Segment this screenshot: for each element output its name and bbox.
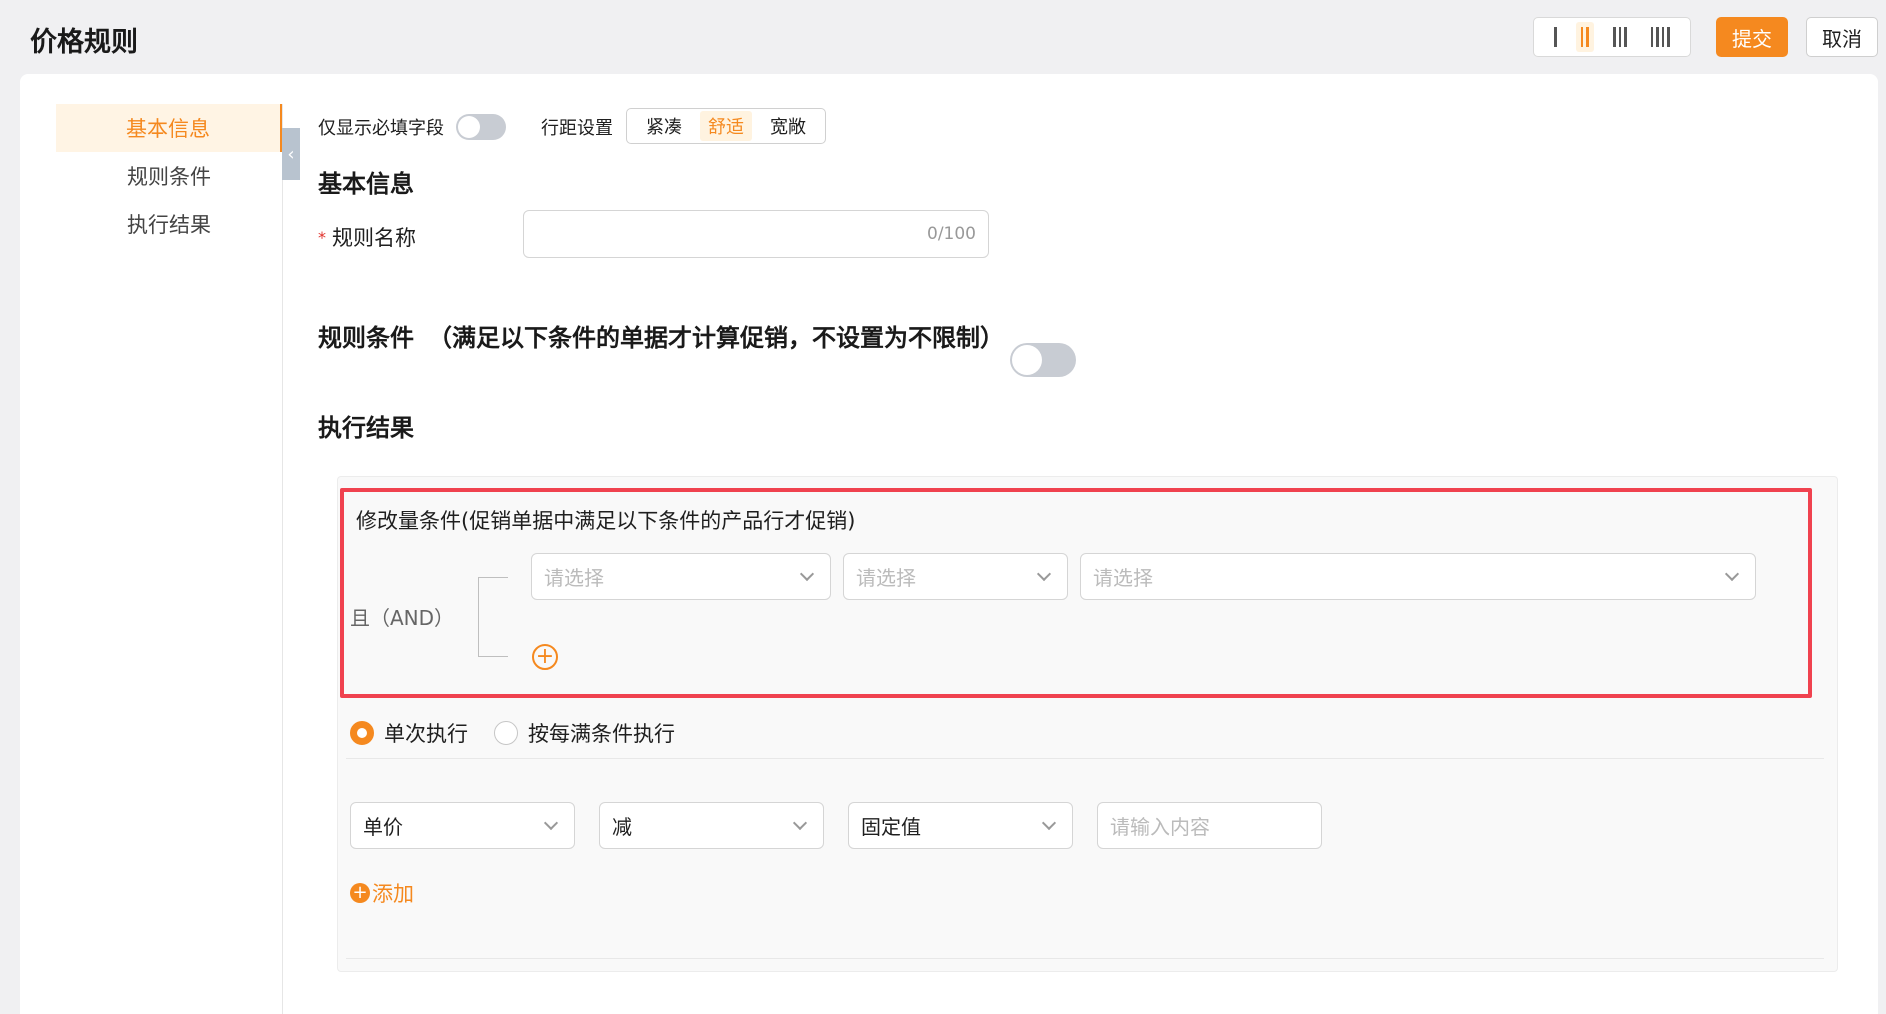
exec-mode-divider	[346, 758, 1824, 759]
cancel-button[interactable]: 取消	[1806, 17, 1878, 57]
line-spacing-segmented[interactable]: 紧凑 舒适 宽敞	[626, 108, 826, 144]
add-action-label: 添加	[372, 882, 414, 906]
chevron-down-icon	[799, 566, 815, 581]
exec-mode-single-label: 单次执行	[384, 722, 468, 746]
rule-name-label-wrap: * 规则名称	[318, 222, 416, 252]
action-operator-select[interactable]: 减	[599, 802, 824, 849]
add-action-link[interactable]: + 添加	[350, 878, 414, 908]
nav-item-exec-result[interactable]: 执行结果	[56, 200, 282, 248]
condition-select-2[interactable]: 请选择	[843, 553, 1068, 600]
basic-info-title: 基本信息	[318, 170, 414, 198]
chevron-down-icon	[543, 815, 559, 830]
radio-each[interactable]	[494, 721, 518, 745]
line-spacing-label: 行距设置	[541, 118, 613, 139]
condition-select-3-placeholder: 请选择	[1093, 566, 1153, 590]
add-condition-icon[interactable]: +	[532, 644, 558, 670]
rule-conditions-header: 规则条件 （满足以下条件的单据才计算促销，不设置为不限制）	[318, 318, 1004, 353]
plus-icon: +	[350, 883, 370, 903]
submit-button[interactable]: 提交	[1716, 17, 1788, 57]
action-value-placeholder: 请输入内容	[1110, 815, 1210, 839]
rule-name-input[interactable]: 0/100	[523, 210, 989, 258]
nav-item-basic-info[interactable]: 基本信息	[56, 104, 282, 152]
chevron-down-icon	[792, 815, 808, 830]
action-field-select[interactable]: 单价	[350, 802, 575, 849]
chevron-down-icon	[1036, 566, 1052, 581]
exec-result-title: 执行结果	[318, 414, 414, 442]
rule-conditions-switch[interactable]	[1010, 343, 1076, 377]
rule-name-counter: 0/100	[927, 224, 976, 244]
required-only-switch[interactable]	[456, 114, 506, 140]
result-bottom-divider	[346, 958, 1824, 959]
action-value-type-select[interactable]: 固定值	[848, 802, 1073, 849]
column-option-3[interactable]	[1608, 22, 1632, 52]
action-operator-value: 减	[612, 815, 632, 839]
logic-and-label: 且（AND）	[350, 606, 455, 630]
chevron-down-icon	[1724, 566, 1740, 581]
exec-mode-each[interactable]: 按每满条件执行	[494, 718, 675, 748]
column-option-2[interactable]	[1575, 22, 1594, 52]
logic-bracket	[478, 577, 508, 657]
rule-conditions-title: 规则条件	[318, 324, 414, 352]
nav-item-rule-conditions[interactable]: 规则条件	[56, 152, 282, 200]
exec-mode-each-label: 按每满条件执行	[528, 722, 675, 746]
nav-divider	[282, 104, 283, 1014]
column-option-4[interactable]	[1646, 22, 1675, 52]
chevron-left-icon: ‹	[287, 143, 295, 165]
column-layout-switch[interactable]	[1533, 17, 1691, 57]
condition-select-1[interactable]: 请选择	[531, 553, 831, 600]
action-value-type-value: 固定值	[861, 815, 921, 839]
action-field-value: 单价	[363, 815, 403, 839]
condition-select-1-placeholder: 请选择	[544, 566, 604, 590]
condition-select-2-placeholder: 请选择	[856, 566, 916, 590]
rule-conditions-hint: （满足以下条件的单据才计算促销，不设置为不限制）	[428, 324, 1004, 352]
required-only-label: 仅显示必填字段	[318, 118, 444, 139]
spacing-option-compact[interactable]: 紧凑	[638, 111, 690, 141]
action-value-input[interactable]: 请输入内容	[1097, 802, 1322, 849]
radio-single[interactable]	[350, 721, 374, 745]
condition-select-3[interactable]: 请选择	[1080, 553, 1756, 600]
chevron-down-icon	[1041, 815, 1057, 830]
required-mark: *	[318, 227, 326, 247]
rule-name-label: 规则名称	[332, 226, 416, 250]
collapse-handle[interactable]: ‹	[282, 128, 300, 180]
page-title: 价格规则	[30, 27, 138, 58]
column-option-1[interactable]	[1549, 22, 1562, 52]
spacing-option-wide[interactable]: 宽敞	[762, 111, 814, 141]
spacing-option-comfortable[interactable]: 舒适	[700, 111, 752, 141]
qty-condition-title: 修改量条件(促销单据中满足以下条件的产品行才促销)	[356, 509, 856, 533]
exec-mode-single[interactable]: 单次执行	[350, 718, 468, 748]
